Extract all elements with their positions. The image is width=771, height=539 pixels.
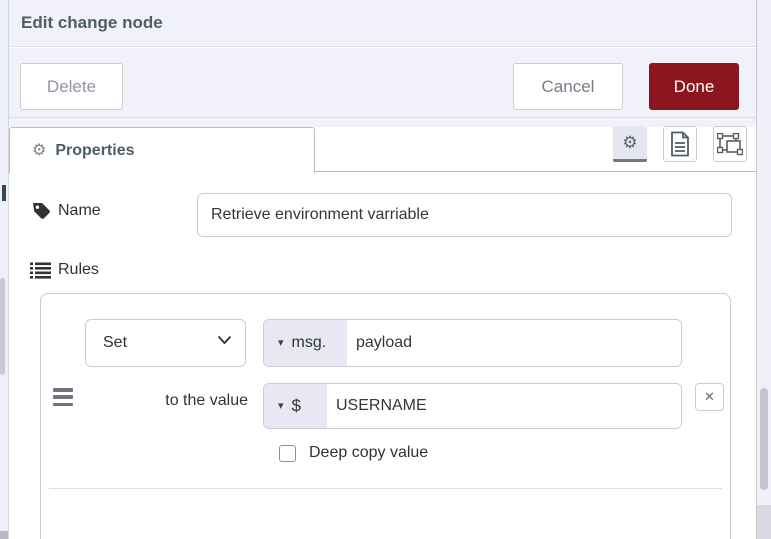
deep-copy-option: Deep copy value [279,444,428,462]
cancel-button[interactable]: Cancel [513,63,623,110]
tab-bar: ⚙ Properties ⚙ [9,118,757,173]
env-var-type-label: $ [291,396,301,415]
appearance-tab-button[interactable] [713,126,747,162]
rule-remove-button[interactable]: ✕ [695,383,724,411]
done-button[interactable]: Done [649,63,739,110]
list-icon [30,262,51,279]
deep-copy-label: Deep copy value [309,444,429,461]
tab-properties-label: Properties [55,141,135,159]
workspace-left-edge [0,0,9,539]
name-label-text: Name [58,201,101,219]
properties-tab-button[interactable]: ⚙ [613,126,647,162]
gear-icon: ⚙ [622,132,638,152]
rule-action-select[interactable]: Set [85,319,246,367]
rule-value-input[interactable] [327,384,681,428]
dialog-toolbar: Delete Cancel Done [9,48,757,118]
rules-label-text: Rules [58,261,99,278]
name-input[interactable] [197,193,732,237]
rule-to-label: to the value [165,392,248,409]
dialog-title: Edit change node [21,13,163,32]
name-field-label: Name [32,201,101,220]
properties-panel: Name Rules Set [9,172,757,539]
delete-button[interactable]: Delete [20,63,123,110]
left-scrollbar-corner [0,531,8,539]
left-scrollbar-thumb[interactable] [0,278,5,375]
rule-separator [49,488,722,489]
rule-property-type-button[interactable]: ▾ msg. [264,320,347,366]
rule-property-typedinput: ▾ msg. [263,319,682,367]
rule-value-typedinput: ▾ $ [263,383,682,429]
caret-down-icon: ▾ [278,399,284,412]
edit-tray: Edit change node Delete Cancel Done ⚙ Pr… [9,0,757,539]
chevron-down-icon [217,335,232,345]
tab-properties[interactable]: ⚙ Properties [9,127,315,173]
rules-section-label: Rules [30,261,99,279]
edit-change-node-dialog: Edit change node Delete Cancel Done ⚙ Pr… [0,0,771,539]
workspace-node-fragment [2,185,6,201]
tag-icon [32,201,51,220]
caret-down-icon: ▾ [278,336,284,349]
dialog-header: Edit change node [9,0,757,47]
appearance-icon [717,132,743,156]
rules-container: Set ▾ msg. to the value [40,293,731,539]
rule-property-input[interactable] [347,320,681,366]
document-icon [669,131,691,157]
description-tab-button[interactable] [663,126,697,162]
gear-icon: ⚙ [32,141,47,159]
rule-action-value: Set [103,334,128,351]
tray-scrollbar-bottom [757,505,771,539]
rule-property-type-label: msg. [291,334,327,351]
deep-copy-checkbox[interactable] [279,444,296,462]
rule-value-type-button[interactable]: ▾ $ [264,384,327,428]
tray-scrollbar-thumb[interactable] [760,388,768,490]
tray-scrollbar-track[interactable] [756,0,771,539]
close-icon: ✕ [704,389,715,404]
